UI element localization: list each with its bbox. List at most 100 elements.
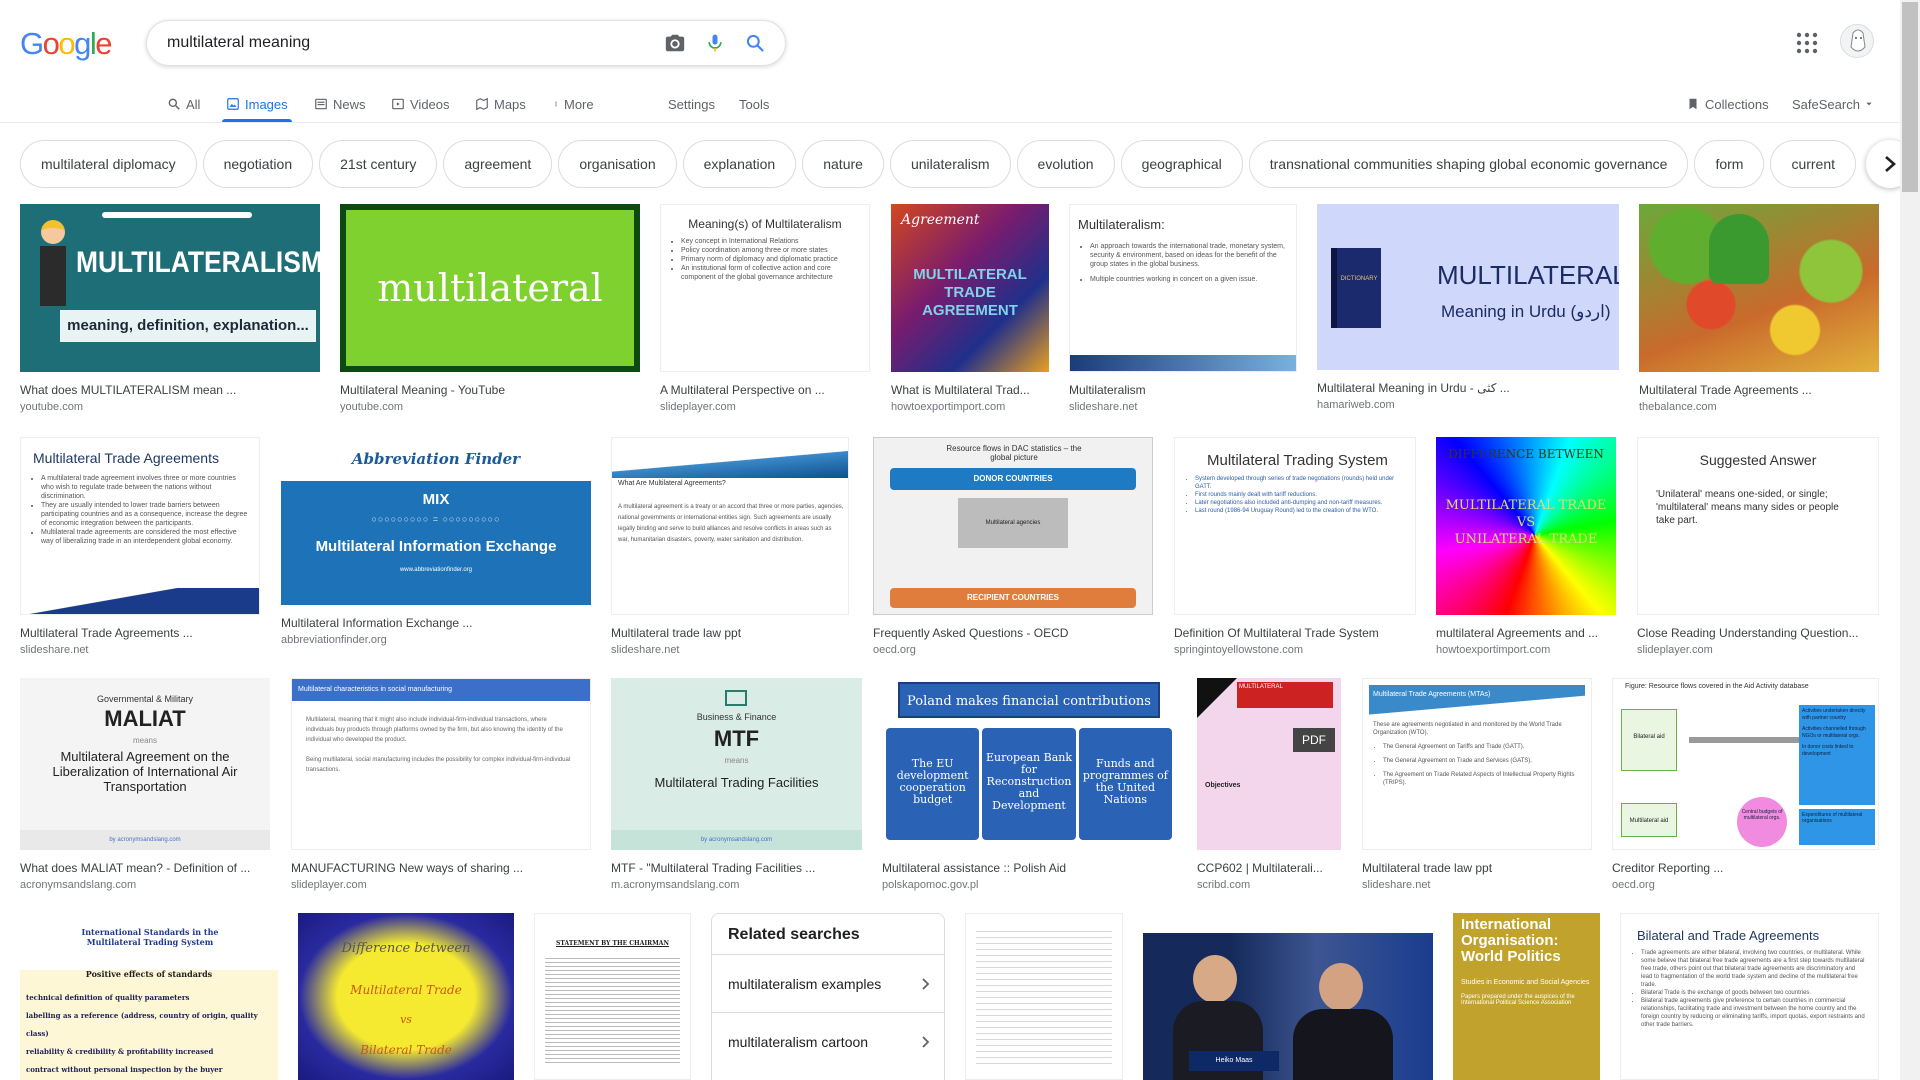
result-title[interactable]: MANUFACTURING New ways of sharing ... (291, 860, 591, 876)
result-thumbnail[interactable]: What Are Multilateral Agreements? A mult… (611, 437, 849, 615)
result-thumbnail[interactable]: DICTIONARY MULTILATERAL Meaning in Urdu … (1317, 204, 1619, 370)
related-search-item[interactable]: multilateralism cartoon (712, 1012, 944, 1070)
apps-grid-icon[interactable] (1796, 32, 1818, 54)
result-thumbnail[interactable]: Resource flows in DAC statistics – the g… (873, 437, 1153, 615)
related-search-item[interactable]: multilateralism examples (712, 954, 944, 1012)
image-result[interactable]: DICTIONARY MULTILATERAL Meaning in Urdu … (1317, 204, 1619, 411)
result-title[interactable]: Frequently Asked Questions - OECD (873, 625, 1153, 641)
result-thumbnail[interactable]: Abbreviation Finder MIX ○○○○○○○○○ = ○○○○… (281, 437, 591, 605)
image-result[interactable]: Suggested Answer 'Unilateral' means one-… (1637, 437, 1879, 656)
image-result[interactable]: Multilateral Trade Agreements A multilat… (20, 437, 260, 656)
image-result[interactable]: International Standards in the Multilate… (20, 913, 278, 1080)
chip[interactable]: geographical (1120, 140, 1243, 188)
image-result[interactable]: Multilateralism: An approach towards the… (1069, 204, 1297, 413)
result-thumbnail[interactable]: Agreement MULTILATERAL TRADE AGREEMENT (891, 204, 1049, 372)
image-result[interactable]: STATEMENT BY THE CHAIRMAN (534, 913, 691, 1080)
chip[interactable]: evolution (1016, 140, 1115, 188)
chip[interactable]: multilateral diplomacy (20, 140, 197, 188)
image-result[interactable]: Bilateral and Trade Agreements Trade agr… (1620, 913, 1879, 1080)
chip[interactable]: nature (802, 140, 884, 188)
result-title[interactable]: Multilateral Trade Agreements ... (1639, 382, 1879, 398)
result-thumbnail[interactable]: DIFFERENCE BETWEEN MULTILATERAL TRADE VS… (1436, 437, 1616, 615)
result-thumbnail[interactable]: International Standards in the Multilate… (20, 913, 278, 1080)
result-title[interactable]: Multilateralism (1069, 382, 1297, 398)
tools-link[interactable]: Tools (739, 86, 769, 122)
image-result[interactable]: Multilateral Trade Agreements (MTAs) The… (1362, 678, 1592, 891)
image-result[interactable]: Resource flows in DAC statistics – the g… (873, 437, 1153, 656)
result-title[interactable]: Multilateral trade law ppt (1362, 860, 1592, 876)
result-title[interactable]: A Multilateral Perspective on ... (660, 382, 870, 398)
result-thumbnail[interactable]: STATEMENT BY THE CHAIRMAN (534, 913, 691, 1080)
chip[interactable]: form (1694, 140, 1765, 188)
tab-videos[interactable]: Videos (391, 86, 450, 122)
chip[interactable]: current (1770, 140, 1857, 188)
result-thumbnail[interactable] (965, 913, 1123, 1080)
result-thumbnail[interactable]: International Organisation: World Politi… (1453, 913, 1600, 1080)
tab-maps[interactable]: Maps (475, 86, 526, 122)
image-result[interactable]: Poland makes financial contributions to:… (882, 678, 1176, 891)
result-title[interactable]: Multilateral Meaning - YouTube (340, 382, 640, 398)
image-result[interactable]: Agreement MULTILATERAL TRADE AGREEMENT W… (891, 204, 1049, 413)
result-thumbnail[interactable] (1639, 204, 1879, 372)
result-thumbnail[interactable]: Multilateral Trading System System devel… (1174, 437, 1416, 615)
image-result[interactable]: Governmental & Military MALIAT means Mul… (20, 678, 270, 891)
result-thumbnail[interactable]: Multilateral characteristics in social m… (291, 678, 591, 850)
tab-more[interactable]: More (553, 86, 594, 122)
camera-icon[interactable] (655, 23, 695, 63)
tab-images[interactable]: Images (222, 86, 292, 122)
tab-all[interactable]: All (167, 86, 200, 122)
chip[interactable]: agreement (443, 140, 553, 188)
result-title[interactable]: MTF - "Multilateral Trading Facilities .… (611, 860, 862, 876)
search-box[interactable]: multilateral meaning (146, 20, 786, 66)
result-thumbnail[interactable]: Heiko Maas (1143, 933, 1433, 1080)
result-thumbnail[interactable]: multilateral (340, 204, 640, 372)
result-thumbnail[interactable]: Governmental & Military MALIAT means Mul… (20, 678, 270, 850)
result-thumbnail[interactable]: MULTILATERAL PDF Objectives (1197, 678, 1341, 850)
result-title[interactable]: Multilateral trade law ppt (611, 625, 849, 641)
image-result[interactable]: Figure: Resource flows covered in the Ai… (1612, 678, 1879, 891)
collections-link[interactable]: Collections (1686, 86, 1769, 122)
result-title[interactable]: Close Reading Understanding Question... (1637, 625, 1879, 641)
result-thumbnail[interactable]: Poland makes financial contributions to:… (882, 678, 1176, 850)
result-title[interactable]: Multilateral Information Exchange ... (281, 615, 591, 631)
chip[interactable]: organisation (558, 140, 677, 188)
image-result[interactable]: Abbreviation Finder MIX ○○○○○○○○○ = ○○○○… (281, 437, 591, 646)
chip[interactable]: transnational communities shaping global… (1248, 140, 1689, 188)
scrollbar-thumb[interactable] (1902, 2, 1918, 192)
image-result[interactable]: MULTILATERALISM meaning, definition, exp… (20, 204, 320, 413)
result-title[interactable]: Multilateral Meaning in Urdu - کثی ... (1317, 380, 1619, 396)
result-title[interactable]: Multilateral Trade Agreements ... (20, 625, 260, 641)
result-thumbnail[interactable]: Bilateral and Trade Agreements Trade agr… (1620, 913, 1879, 1080)
image-result[interactable] (965, 913, 1123, 1080)
result-title[interactable]: multilateral Agreements and ... (1436, 625, 1616, 641)
image-result[interactable]: International Organisation: World Politi… (1453, 913, 1600, 1080)
image-result[interactable]: What Are Multilateral Agreements? A mult… (611, 437, 849, 656)
image-result[interactable]: Multilateral Trade Agreements ... thebal… (1639, 204, 1879, 413)
image-result[interactable]: Multilateral characteristics in social m… (291, 678, 591, 891)
result-thumbnail[interactable]: Figure: Resource flows covered in the Ai… (1612, 678, 1879, 850)
tab-news[interactable]: News (314, 86, 366, 122)
image-result[interactable]: Multilateral Trading System System devel… (1174, 437, 1416, 656)
result-title[interactable]: Definition Of Multilateral Trade System (1174, 625, 1416, 641)
microphone-icon[interactable] (695, 23, 735, 63)
result-title[interactable]: CCP602 | Multilaterali... (1197, 860, 1341, 876)
result-thumbnail[interactable]: Business & Finance MTF means Multilatera… (611, 678, 862, 850)
result-thumbnail[interactable]: Multilateral Trade Agreements A multilat… (20, 437, 260, 615)
chip[interactable]: 21st century (319, 140, 438, 188)
result-thumbnail[interactable]: Multilateralism: An approach towards the… (1069, 204, 1297, 372)
image-result[interactable]: MULTILATERAL PDF Objectives CCP602 | Mul… (1197, 678, 1341, 891)
result-title[interactable]: What does MALIAT mean? - Definition of .… (20, 860, 270, 876)
result-title[interactable]: Multilateral assistance :: Polish Aid (882, 860, 1176, 876)
result-title[interactable]: Creditor Reporting ... (1612, 860, 1879, 876)
result-thumbnail[interactable]: Difference between Multilateral Trade vs… (298, 913, 514, 1080)
result-title[interactable]: What is Multilateral Trad... (891, 382, 1049, 398)
image-result[interactable]: multilateral Multilateral Meaning - YouT… (340, 204, 640, 413)
result-thumbnail[interactable]: Multilateral Trade Agreements (MTAs) The… (1362, 678, 1592, 850)
result-thumbnail[interactable]: Suggested Answer 'Unilateral' means one-… (1637, 437, 1879, 615)
image-result[interactable]: Difference between Multilateral Trade vs… (298, 913, 514, 1080)
chip[interactable]: unilateralism (889, 140, 1011, 188)
image-result[interactable]: Meaning(s) of Multilateralism Key concep… (660, 204, 870, 413)
chip[interactable]: negotiation (202, 140, 314, 188)
google-logo[interactable]: Google (20, 26, 112, 62)
result-thumbnail[interactable]: MULTILATERALISM meaning, definition, exp… (20, 204, 320, 372)
